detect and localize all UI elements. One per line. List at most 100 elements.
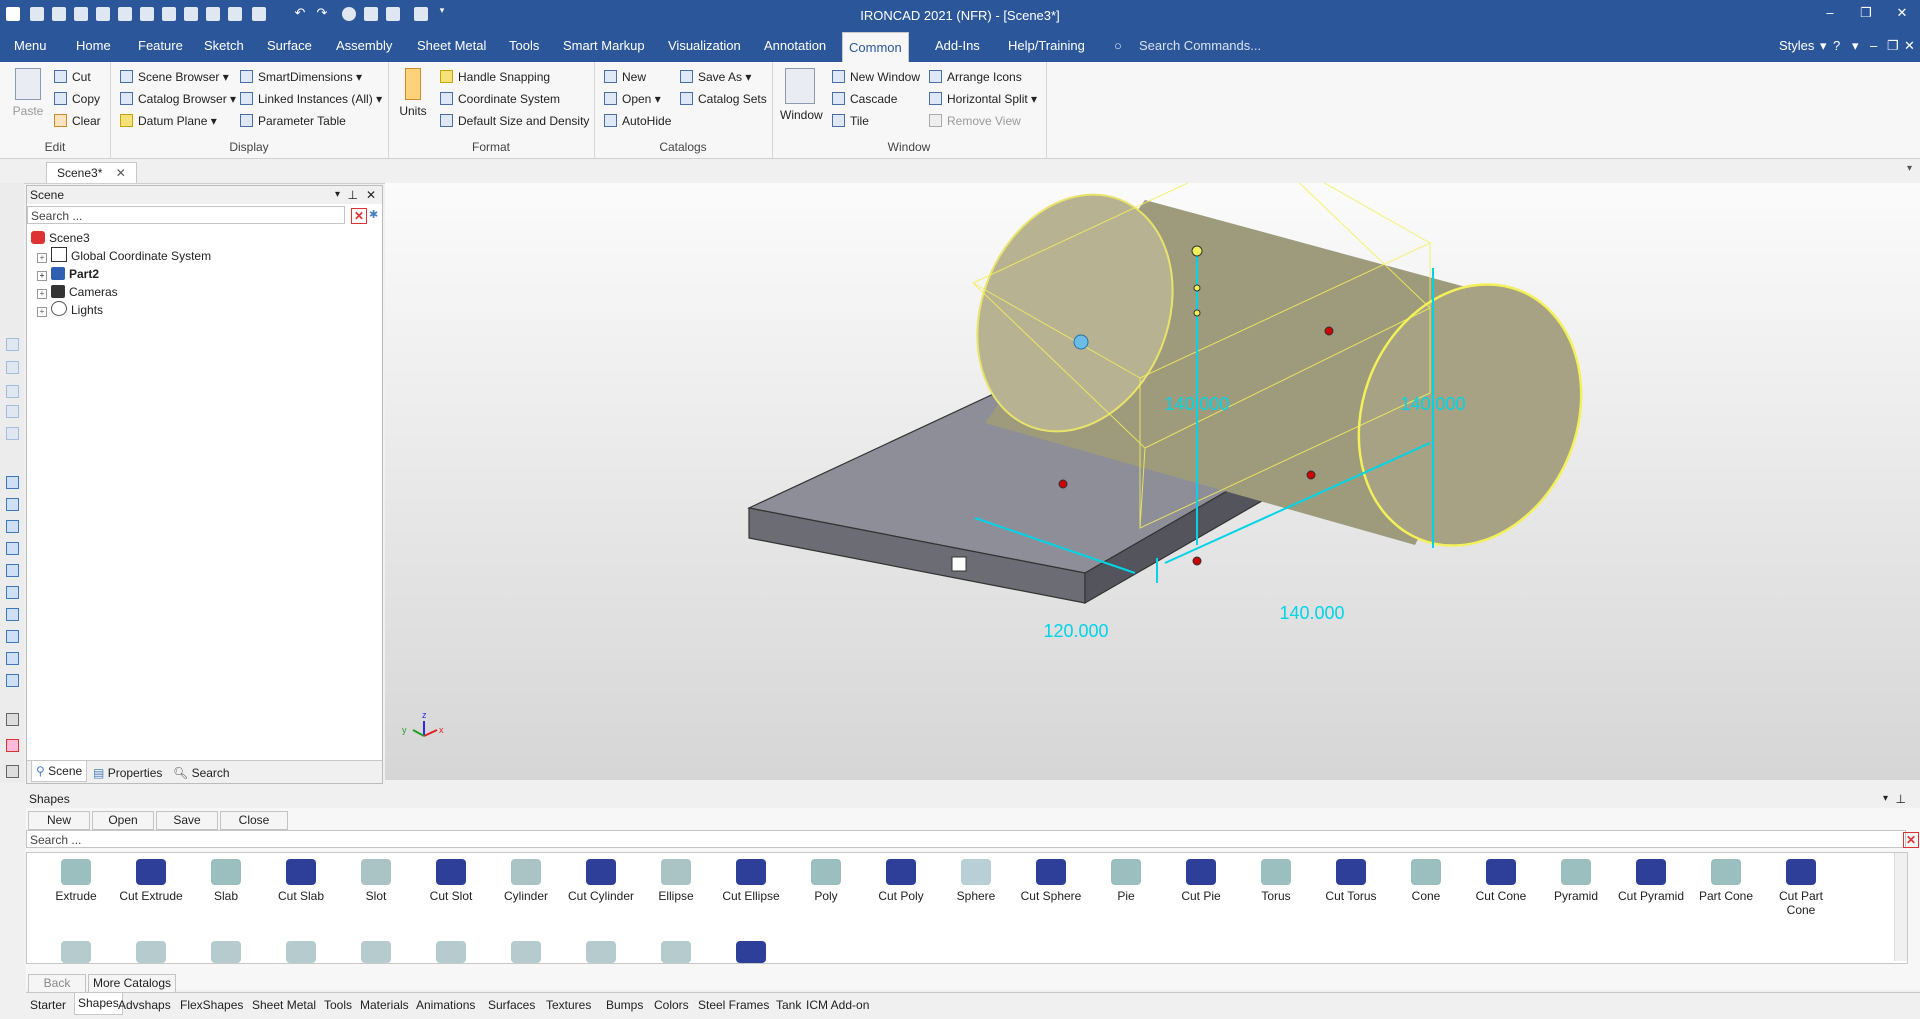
tab-tools[interactable]: Tools [503,30,545,62]
tab-annotation[interactable]: Annotation [758,30,832,62]
catalog-open-button[interactable]: Open ▾ [604,89,661,109]
tab-smart-markup[interactable]: Smart Markup [557,30,651,62]
close-catalog-button[interactable]: Close [220,811,288,830]
shape-torus[interactable]: Torus [1239,859,1313,903]
view-right-icon[interactable] [6,542,19,555]
shape-poly[interactable]: Poly [789,859,863,903]
cut-button[interactable]: Cut [54,67,91,87]
catalog-tab-textures[interactable]: Textures [546,996,591,1014]
shape-row2-icon[interactable] [211,941,241,963]
shapes-scrollbar[interactable] [1894,853,1907,961]
catalog-tab-steel-frames[interactable]: Steel Frames [698,996,769,1014]
shape-cone[interactable]: Cone [1389,859,1463,903]
styles-dropdown[interactable]: Styles [1779,30,1814,62]
styles-chevron-icon[interactable]: ▾ [1820,30,1827,62]
arrange-icons-button[interactable]: Arrange Icons [929,67,1022,87]
view-bottom-icon[interactable] [6,586,19,599]
clear-search-icon[interactable]: ✕ [351,208,367,224]
view-left-icon[interactable] [6,520,19,533]
tab-common[interactable]: Common [842,32,909,63]
search-commands-input[interactable]: Search Commands... [1139,30,1261,62]
parameter-table-button[interactable]: Parameter Table [240,111,346,131]
search-options-icon[interactable]: ✱ [369,208,381,222]
shape-sphere[interactable]: Sphere [939,859,1013,903]
open-catalog-button[interactable]: Open [92,811,154,830]
tab-menu[interactable]: Menu [8,30,53,62]
view-custom-icon[interactable] [6,630,19,643]
clear-shapes-search-icon[interactable]: ✕ [1903,832,1919,848]
view-custom-icon[interactable] [6,674,19,687]
tab-feature[interactable]: Feature [132,30,189,62]
catalog-tab-surfaces[interactable]: Surfaces [488,996,535,1014]
shape-row2-icon[interactable] [436,941,466,963]
catalog-tab-sheet-metal[interactable]: Sheet Metal [252,996,316,1014]
window-button[interactable]: Window [780,68,823,122]
pin-icon[interactable]: ⊥ [1896,790,1906,808]
shape-row2-icon[interactable] [286,941,316,963]
horizontal-split-button[interactable]: Horizontal Split ▾ [929,89,1037,109]
coordinate-system-button[interactable]: Coordinate System [440,89,560,109]
shape-cut-cylinder[interactable]: Cut Cylinder [564,859,638,903]
close-panel-icon[interactable]: ✕ [366,186,376,204]
shape-extrude[interactable]: Extrude [39,859,113,903]
tab-home[interactable]: Home [70,30,117,62]
handle-snapping-button[interactable]: Handle Snapping [440,67,550,87]
3d-scene[interactable]: 140.000 140.000 140.000 120.000 z x y [385,183,1920,780]
tree-item-cameras[interactable]: + Cameras [37,283,118,301]
tab-help-training[interactable]: Help/Training [1002,30,1091,62]
shape-slot[interactable]: Slot [339,859,413,903]
catalog-tab-materials[interactable]: Materials [360,996,409,1014]
tree-root[interactable]: Scene3 [31,229,90,247]
new-window-button[interactable]: New Window [832,67,920,87]
catalog-new-button[interactable]: New [604,67,646,87]
tab-properties[interactable]: ▤ Properties [93,764,162,782]
measure-icon[interactable] [6,713,19,726]
tab-visualization[interactable]: Visualization [662,30,747,62]
expand-icon[interactable]: + [37,271,47,281]
view-back-icon[interactable] [6,498,19,511]
units-button[interactable]: Units [398,68,428,118]
catalog-tab-icm-add-on[interactable]: ICM Add-on [806,996,869,1014]
shape-cut-sphere[interactable]: Cut Sphere [1014,859,1088,903]
doc-restore-icon[interactable]: ❐ [1887,30,1899,62]
minimize-icon[interactable]: – [1820,5,1840,23]
shape-cut-slot[interactable]: Cut Slot [414,859,488,903]
shape-part-cone[interactable]: Part Cone [1689,859,1763,903]
tab-search[interactable]: 🔍︎ Search [173,764,230,782]
tree-item-part2[interactable]: + Part2 [37,265,99,283]
catalog-tab-starter[interactable]: Starter [30,996,66,1014]
shape-cut-slab[interactable]: Cut Slab [264,859,338,903]
view-iso-icon[interactable] [6,608,19,621]
linked-instances-button[interactable]: Linked Instances (All) ▾ [240,89,382,109]
catalog-tab-flexshapes[interactable]: FlexShapes [180,996,243,1014]
clear-button[interactable]: Clear [54,111,101,131]
catalog-tab-animations[interactable]: Animations [416,996,475,1014]
cascade-button[interactable]: Cascade [832,89,897,109]
catalog-sets-button[interactable]: Catalog Sets [680,89,767,109]
shape-cut-pie[interactable]: Cut Pie [1164,859,1238,903]
tool-icon[interactable] [6,427,19,440]
copy-button[interactable]: Copy [54,89,100,109]
tool-icon[interactable] [6,338,19,351]
shape-cut-poly[interactable]: Cut Poly [864,859,938,903]
shape-cut-pyramid[interactable]: Cut Pyramid [1614,859,1688,903]
remove-view-button[interactable]: Remove View [929,111,1021,131]
doc-minimize-icon[interactable]: – [1870,30,1877,62]
scene-search-input[interactable]: Search ... [27,206,345,224]
shape-cut-cone[interactable]: Cut Cone [1464,859,1538,903]
shape-ellipse[interactable]: Ellipse [639,859,713,903]
tool-icon[interactable] [6,385,19,398]
close-window-icon[interactable]: ✕ [1892,5,1912,23]
pin-icon[interactable]: ⊥ [348,186,358,204]
catalog-save-as-button[interactable]: Save As ▾ [680,67,751,87]
ribbon-options-icon[interactable]: ▾ [1852,30,1859,62]
shape-cut-part-cone[interactable]: Cut Part Cone [1764,859,1838,917]
document-tab[interactable]: Scene3* ✕ [46,162,137,183]
scene-browser-button[interactable]: Scene Browser ▾ [120,67,229,87]
catalog-tab-bumps[interactable]: Bumps [606,996,643,1014]
close-tab-icon[interactable]: ✕ [116,166,126,180]
3d-viewport[interactable]: 140.000 140.000 140.000 120.000 z x y [385,183,1920,780]
tab-assembly[interactable]: Assembly [330,30,398,62]
tool-icon[interactable] [6,405,19,418]
tree-item-global-coordinate-system[interactable]: + Global Coordinate System [37,247,211,265]
